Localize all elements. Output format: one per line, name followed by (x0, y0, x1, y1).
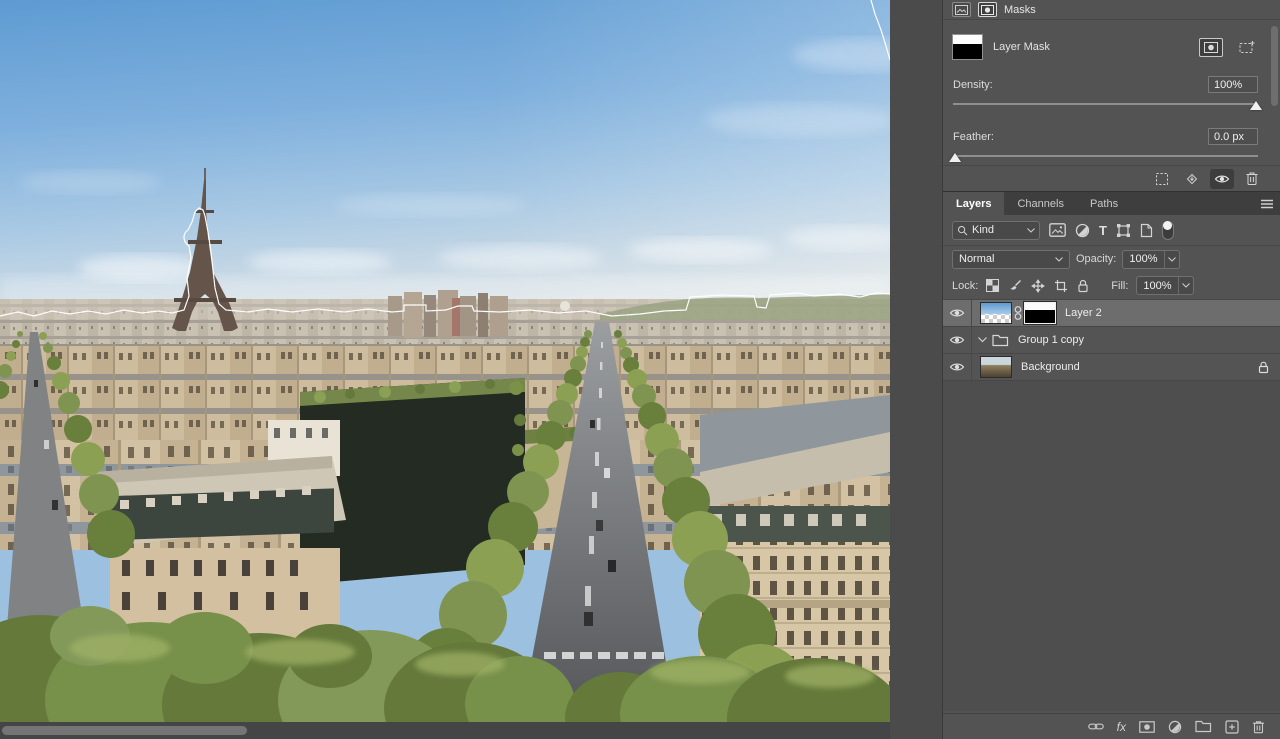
lock-position-icon[interactable] (1031, 278, 1046, 293)
select-mask-icon[interactable] (1199, 37, 1223, 57)
lock-artboard-icon[interactable] (1054, 279, 1068, 293)
layer-row-group1copy[interactable]: Group 1 copy (943, 327, 1280, 354)
tab-channels[interactable]: Channels (1004, 192, 1076, 215)
search-icon (957, 225, 968, 236)
apply-mask-icon[interactable] (1180, 169, 1204, 189)
panel-menu-icon[interactable] (1254, 192, 1280, 215)
image-filter-icon[interactable] (1049, 223, 1066, 237)
layer-name[interactable]: Group 1 copy (1018, 334, 1280, 346)
mask-icon[interactable] (978, 2, 997, 17)
feather-slider-track[interactable] (953, 155, 1258, 157)
layer-name[interactable]: Layer 2 (1065, 307, 1280, 319)
layers-list: Layer 2 Group 1 copy Background (943, 299, 1280, 711)
fill-value[interactable]: 100% (1137, 280, 1177, 292)
density-value[interactable]: 100% (1208, 76, 1258, 93)
masks-panel-footer (943, 165, 1280, 191)
link-layers-icon[interactable] (1087, 722, 1104, 731)
chevron-down-icon (1027, 227, 1035, 233)
density-slider-thumb[interactable] (1250, 101, 1262, 110)
blend-mode-select[interactable]: Normal (952, 249, 1070, 269)
lock-label: Lock: (952, 279, 979, 292)
delete-mask-icon[interactable] (1240, 169, 1264, 189)
layer-mask-label: Layer Mask (993, 41, 1050, 53)
layer-mask-thumbnail[interactable] (952, 34, 983, 60)
filter-toggle[interactable] (1161, 220, 1174, 240)
mask-link-icon[interactable] (1012, 305, 1024, 321)
layer-thumbnail[interactable] (980, 302, 1012, 324)
density-row: Density: 100% (953, 76, 1258, 93)
masks-panel-scrollbar-thumb[interactable] (1271, 26, 1278, 106)
layer-row-layer2[interactable]: Layer 2 (943, 300, 1280, 327)
feather-value[interactable]: 0.0 px (1208, 128, 1258, 145)
lock-all-icon[interactable] (1077, 279, 1089, 293)
density-slider[interactable] (953, 100, 1262, 112)
lock-transparency-icon[interactable] (986, 279, 1000, 292)
blend-mode-value: Normal (959, 253, 995, 265)
canvas-image (0, 0, 890, 722)
photoshop-workspace: Masks Layer Mask Density: 100% Feather: … (0, 0, 1280, 739)
masks-panel: Masks Layer Mask Density: 100% Feather: … (943, 0, 1280, 191)
fill-label: Fill: (1111, 279, 1129, 292)
density-label: Density: (953, 78, 993, 91)
chevron-down-icon[interactable] (1177, 277, 1193, 294)
layer-style-icon[interactable]: fx (1117, 721, 1126, 733)
crosswalk (544, 652, 664, 659)
document-canvas[interactable] (0, 0, 890, 722)
delete-layer-icon[interactable] (1252, 720, 1265, 734)
filter-kind-select[interactable]: Kind (952, 220, 1040, 240)
shape-filter-icon[interactable] (1116, 223, 1131, 238)
opacity-label: Opacity: (1076, 253, 1117, 265)
blend-row: Normal Opacity: 100% (943, 245, 1280, 272)
canvas-h-scrollbar-thumb[interactable] (2, 726, 247, 735)
tab-layers[interactable]: Layers (943, 192, 1005, 215)
add-layer-mask-icon[interactable] (1139, 720, 1155, 733)
layer-mask-thumbnail[interactable] (1023, 301, 1057, 325)
layers-panel-tabbar: Layers Channels Paths (943, 191, 1280, 215)
adjustment-filter-icon[interactable] (1075, 223, 1090, 238)
visibility-eye-icon[interactable] (943, 327, 972, 353)
density-slider-track[interactable] (953, 103, 1258, 105)
layers-panel-footer: fx (943, 713, 1280, 739)
layer-thumbnail[interactable] (980, 356, 1012, 378)
masks-panel-header: Masks (943, 0, 1280, 20)
visibility-eye-icon[interactable] (943, 354, 972, 380)
fill-input[interactable]: 100% (1136, 276, 1194, 295)
right-panel: Masks Layer Mask Density: 100% Feather: … (942, 0, 1280, 739)
new-group-icon[interactable] (1195, 720, 1212, 733)
opacity-input[interactable]: 100% (1122, 249, 1180, 269)
layer-row-background[interactable]: Background (943, 354, 1280, 381)
tab-paths[interactable]: Paths (1077, 192, 1131, 215)
type-filter-icon[interactable]: T (1099, 223, 1107, 238)
opacity-value[interactable]: 100% (1123, 253, 1163, 265)
new-layer-icon[interactable] (1225, 719, 1239, 734)
canvas-h-scrollbar[interactable] (0, 722, 890, 739)
add-vector-mask-icon[interactable] (1237, 38, 1257, 57)
feather-slider-thumb[interactable] (949, 153, 961, 162)
filter-kind-label: Kind (972, 224, 995, 236)
background-lock-icon[interactable] (1258, 361, 1269, 374)
new-adjustment-layer-icon[interactable] (1168, 720, 1182, 734)
chevron-down-icon (1055, 256, 1063, 262)
pixel-layer-icon[interactable] (952, 2, 971, 17)
group-folder-icon[interactable] (992, 334, 1009, 347)
layer-mask-row: Layer Mask (952, 30, 1271, 64)
lock-row: Lock: Fill: 100% (943, 272, 1280, 299)
group-expand-chevron-icon[interactable] (978, 337, 987, 343)
visibility-eye-icon[interactable] (943, 300, 972, 326)
feather-row: Feather: 0.0 px (953, 128, 1258, 145)
smart-object-filter-icon[interactable] (1140, 223, 1153, 238)
feather-label: Feather: (953, 130, 994, 143)
toggle-mask-visibility-icon[interactable] (1210, 168, 1234, 189)
layer-name[interactable]: Background (1021, 361, 1258, 373)
load-selection-from-mask-icon[interactable] (1150, 169, 1174, 189)
chevron-down-icon[interactable] (1163, 250, 1179, 268)
feather-slider[interactable] (949, 152, 1258, 164)
layers-filter-row: Kind T (943, 215, 1280, 245)
masks-panel-title: Masks (1004, 3, 1036, 16)
lock-pixels-icon[interactable] (1008, 279, 1022, 293)
